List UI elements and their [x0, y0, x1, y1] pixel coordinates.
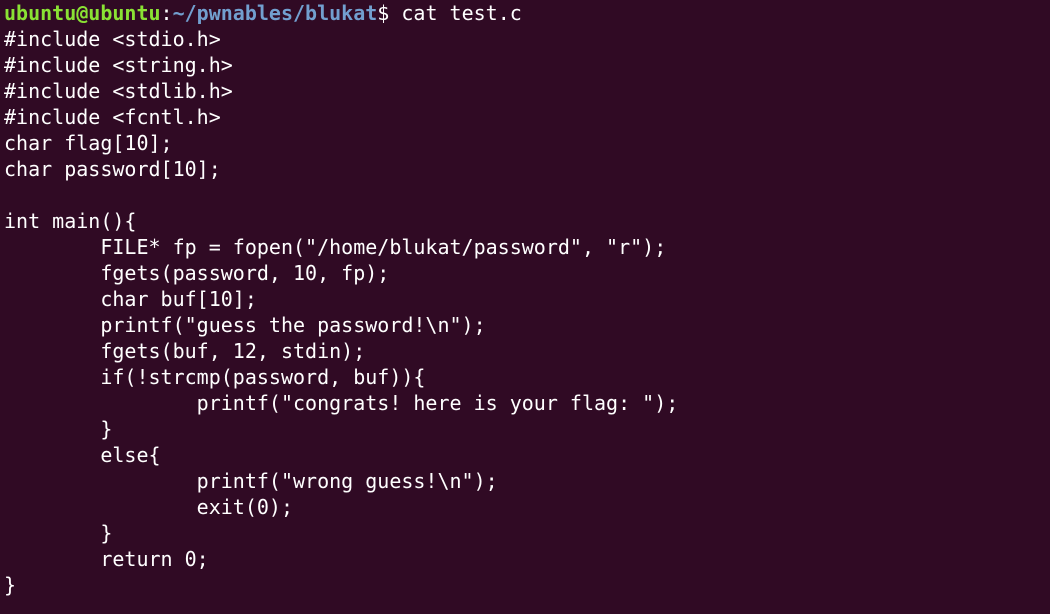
output-line: #include <stdio.h>	[4, 27, 221, 51]
output-line: char buf[10];	[4, 287, 257, 311]
output-line: #include <fcntl.h>	[4, 105, 221, 129]
output-line: fgets(buf, 12, stdin);	[4, 339, 366, 363]
output-line: exit(0);	[4, 495, 293, 519]
prompt-separator: :	[160, 1, 173, 25]
command-text: cat test.c	[401, 1, 522, 25]
terminal-window[interactable]: ubuntu@ubuntu:~/pwnables/blukat$ cat tes…	[0, 0, 1050, 614]
output-line: printf("congrats! here is your flag: ");	[4, 391, 679, 415]
output-line: #include <string.h>	[4, 53, 233, 77]
output-line: printf("wrong guess!\n");	[4, 469, 498, 493]
output-line: }	[4, 417, 113, 441]
output-line: FILE* fp = fopen("/home/blukat/password"…	[4, 235, 667, 259]
output-line: else{	[4, 443, 161, 467]
prompt-dollar: $	[377, 1, 402, 25]
prompt-path: ~/pwnables/blukat	[172, 1, 378, 25]
prompt-user-host: ubuntu@ubuntu	[4, 1, 161, 25]
output-line: fgets(password, 10, fp);	[4, 261, 390, 285]
prompt-line: ubuntu@ubuntu:~/pwnables/blukat$ cat tes…	[4, 0, 1046, 26]
output-line: }	[4, 521, 113, 545]
output-line: #include <stdlib.h>	[4, 79, 233, 103]
output-line: printf("guess the password!\n");	[4, 313, 486, 337]
output-line: char flag[10];	[4, 131, 173, 155]
output-line: int main(){	[4, 209, 137, 233]
terminal-output: #include <stdio.h> #include <string.h> #in…	[4, 26, 1046, 598]
output-line: char password[10];	[4, 157, 221, 181]
output-line: }	[4, 573, 17, 597]
output-line: return 0;	[4, 547, 209, 571]
output-line: if(!strcmp(password, buf)){	[4, 365, 426, 389]
